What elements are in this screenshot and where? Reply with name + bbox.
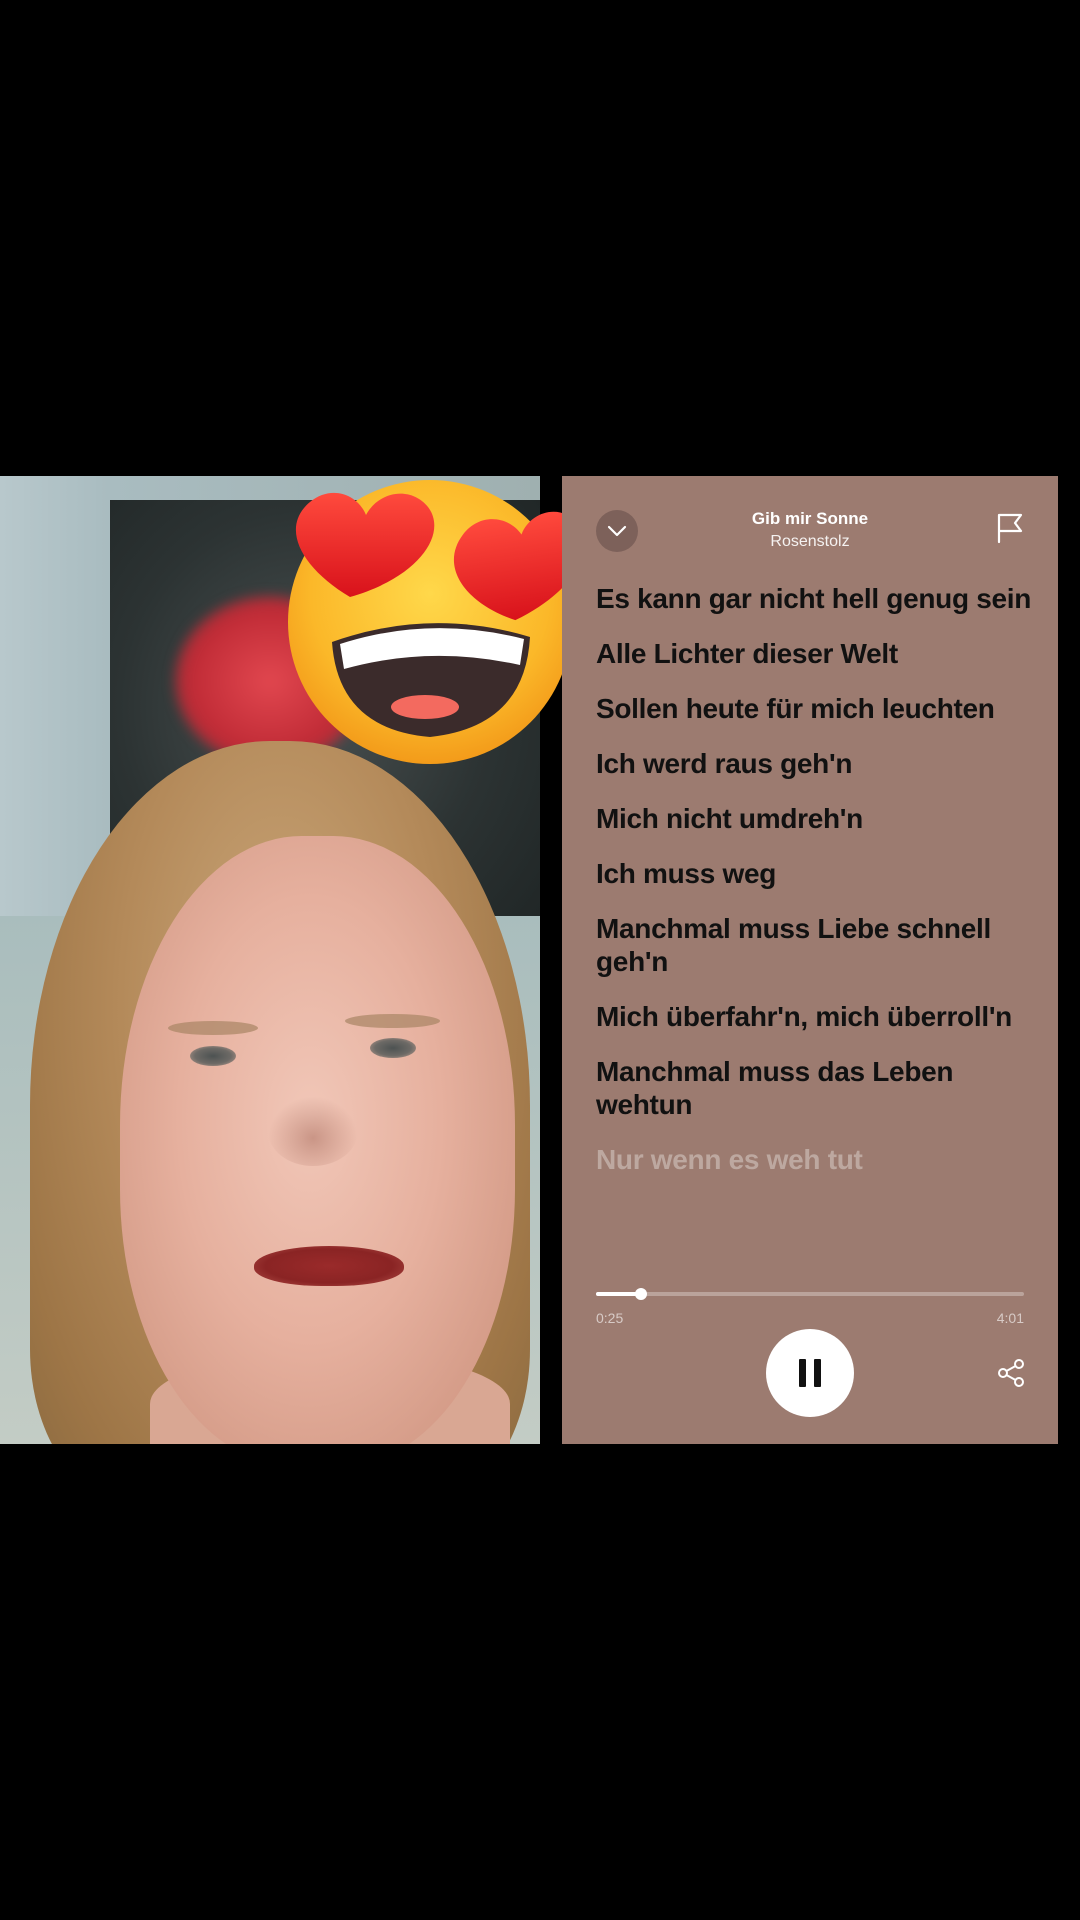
report-button[interactable]	[992, 510, 1028, 546]
person-right-eye	[370, 1038, 416, 1058]
person-nose	[268, 1096, 358, 1166]
lyric-line: Ich muss weg	[596, 858, 777, 889]
time-total: 4:01	[996, 1310, 1024, 1326]
person-left-eye	[190, 1046, 236, 1066]
track-title: Gib mir Sonne	[751, 509, 869, 528]
lyric-line: Manchmal muss das Leben wehtun	[596, 1056, 954, 1120]
person-lips	[254, 1246, 404, 1286]
track-info: Gib mir Sonne Rosenstolz	[662, 508, 958, 554]
lyrics-list: Es kann gar nicht hell genug sein Alle Li…	[596, 582, 1038, 1198]
progress-fill	[596, 1292, 641, 1296]
pause-button[interactable]	[766, 1329, 854, 1417]
lyric-line: Ich werd raus geh'n	[596, 748, 853, 779]
lyrics-fade	[562, 1196, 1058, 1256]
track-artist: Rosenstolz	[770, 533, 850, 550]
screen: Gib mir Sonne Rosenstolz Es kann gar nic…	[0, 0, 1080, 1920]
collapse-button[interactable]	[596, 510, 638, 552]
progress-bar[interactable]	[596, 1288, 1024, 1300]
time-elapsed: 0:25	[596, 1310, 624, 1326]
share-button[interactable]	[994, 1356, 1028, 1390]
lyric-line: Nur wenn es weh tut	[596, 1144, 863, 1175]
heart-eyes-emoji-icon	[288, 480, 580, 764]
pause-icon	[799, 1359, 821, 1387]
lyric-line: Mich überfahr'n, mich überroll'n	[596, 1001, 1012, 1032]
lyric-line: Alle Lichter dieser Welt	[596, 638, 898, 669]
lyric-line: Es kann gar nicht hell genug sein	[596, 583, 1032, 614]
chevron-down-icon	[607, 525, 627, 537]
flag-icon	[997, 513, 1023, 544]
person-right-brow	[345, 1014, 440, 1028]
progress-knob[interactable]	[634, 1288, 647, 1300]
share-icon	[998, 1359, 1024, 1387]
lyric-line: Sollen heute für mich leuchten	[596, 693, 995, 724]
lyrics-card: Gib mir Sonne Rosenstolz Es kann gar nic…	[562, 476, 1058, 1444]
lyric-line: Manchmal muss Liebe schnell geh'n	[596, 913, 991, 977]
lyric-line: Mich nicht umdreh'n	[596, 803, 863, 834]
person-left-brow	[168, 1021, 258, 1035]
